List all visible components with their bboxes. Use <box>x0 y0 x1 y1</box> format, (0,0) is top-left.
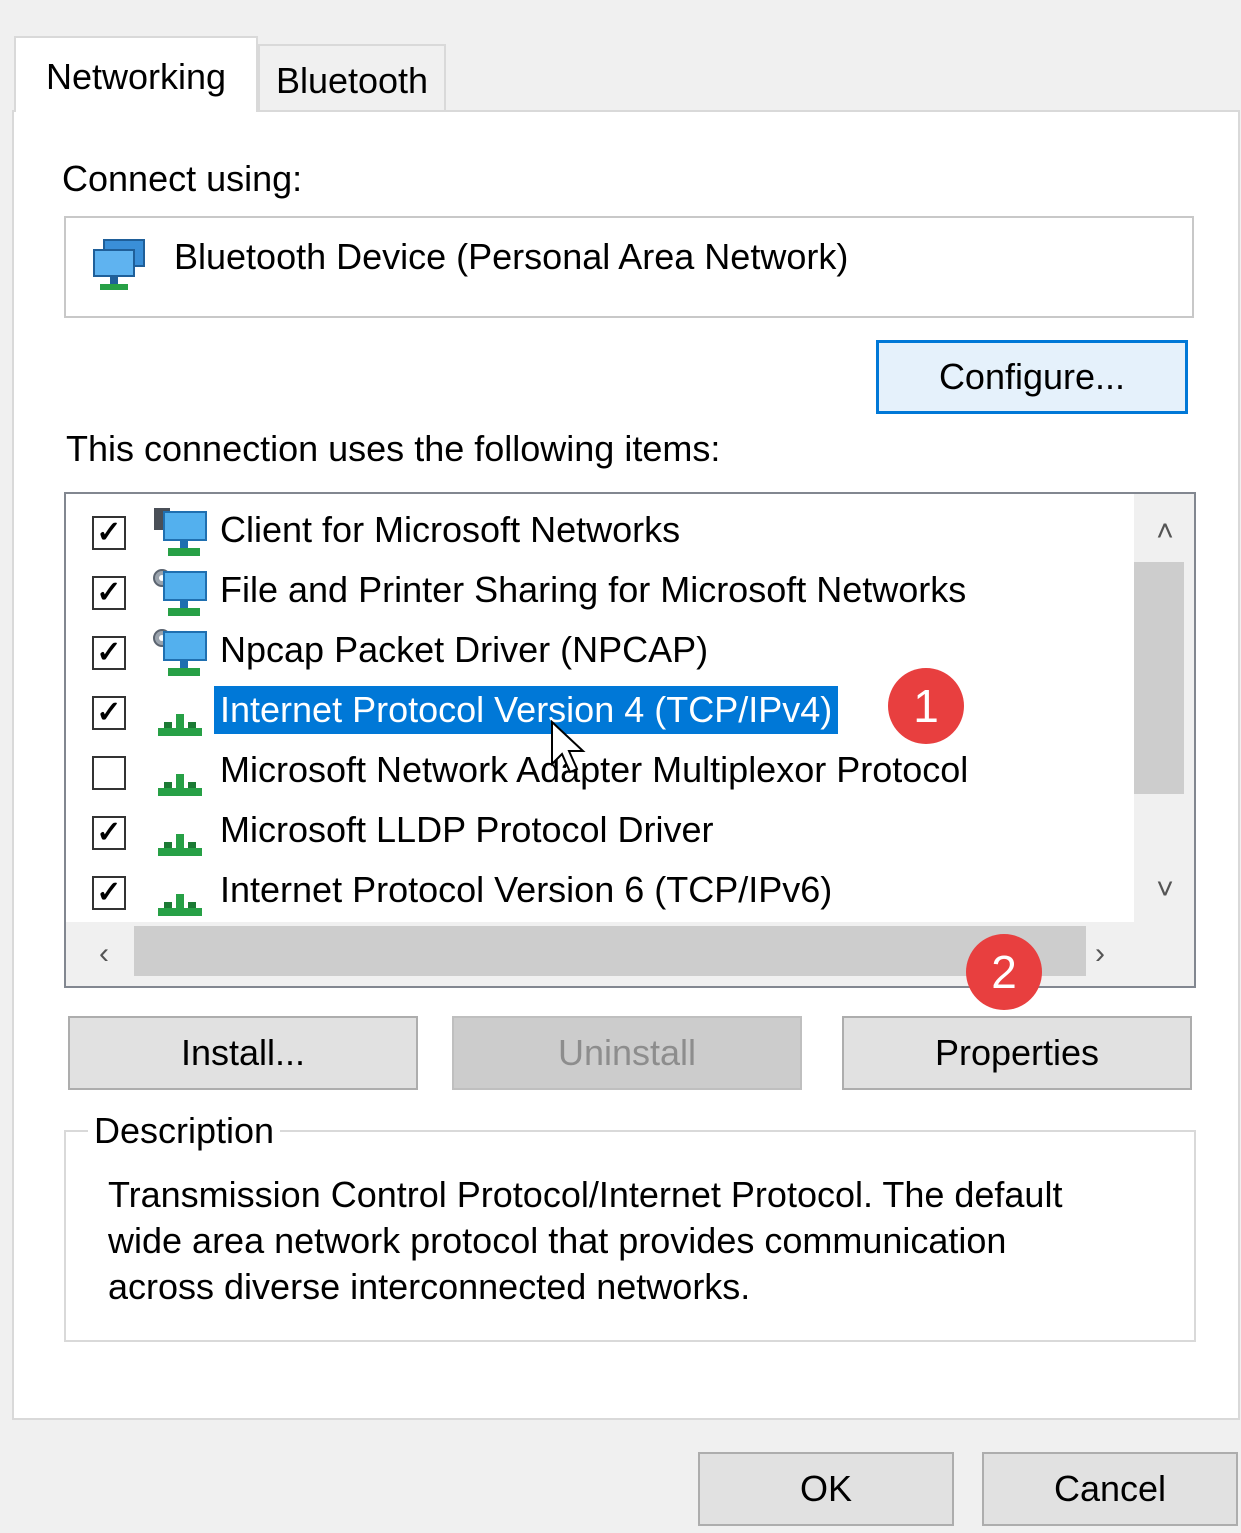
install-button[interactable]: Install... <box>68 1016 418 1090</box>
list-item[interactable]: ✓ Npcap Packet Driver (NPCAP) <box>66 622 1146 682</box>
connect-using-label: Connect using: <box>62 158 303 199</box>
adapter-box: Bluetooth Device (Personal Area Network) <box>64 216 1194 318</box>
item-label: Client for Microsoft Networks <box>220 509 681 550</box>
scroll-right-icon[interactable]: › <box>1076 926 1124 982</box>
network-service-icon <box>150 626 210 680</box>
scroll-down-icon[interactable]: ˅ <box>1134 862 1194 918</box>
network-client-icon <box>150 506 210 560</box>
network-protocol-icon <box>150 686 210 740</box>
scroll-left-icon[interactable]: ‹ <box>80 926 128 982</box>
network-adapter-icon <box>93 239 145 290</box>
network-protocol-icon <box>150 866 210 920</box>
description-title: Description <box>88 1110 281 1152</box>
items-label: This connection uses the following items… <box>66 428 721 469</box>
tab-bluetooth[interactable]: Bluetooth <box>258 44 446 112</box>
configure-button[interactable]: Configure... <box>876 340 1188 414</box>
tab-networking[interactable]: Networking <box>14 36 258 112</box>
list-item[interactable]: ✓ Client for Microsoft Networks <box>66 502 1146 562</box>
configure-button-label: Configure... <box>938 356 1126 397</box>
properties-button[interactable]: Properties <box>842 1016 1192 1090</box>
item-checkbox[interactable]: ✓ <box>92 516 126 550</box>
ok-button[interactable]: OK <box>698 1452 954 1526</box>
ok-button-label: OK <box>799 1468 852 1509</box>
item-label: Npcap Packet Driver (NPCAP) <box>220 629 709 670</box>
annotation-badge-1: 1 <box>888 668 964 744</box>
cancel-button[interactable]: Cancel <box>982 1452 1238 1526</box>
install-button-label: Install... <box>180 1032 306 1073</box>
network-protocol-icon <box>150 806 210 860</box>
tab-bluetooth-label: Bluetooth <box>275 60 429 101</box>
description-text: Transmission Control Protocol/Internet P… <box>108 1172 1178 1310</box>
item-checkbox[interactable]: ✓ <box>92 576 126 610</box>
list-item[interactable]: ✓ Internet Protocol Version 6 (TCP/IPv6) <box>66 862 1146 922</box>
item-checkbox[interactable]: ✓ <box>92 876 126 910</box>
mouse-cursor-icon <box>551 720 586 774</box>
description-line: Transmission Control Protocol/Internet P… <box>108 1174 1063 1215</box>
horizontal-scroll-thumb[interactable] <box>134 926 1086 976</box>
cancel-button-label: Cancel <box>1053 1468 1167 1509</box>
item-checkbox[interactable]: ✓ <box>92 696 126 730</box>
list-item[interactable]: Microsoft Network Adapter Multiplexor Pr… <box>66 742 1146 802</box>
annotation-badge-2: 2 <box>966 934 1042 1010</box>
adapter-name: Bluetooth Device (Personal Area Network) <box>174 236 849 277</box>
properties-button-label: Properties <box>934 1032 1100 1073</box>
list-item[interactable]: ✓ Internet Protocol Version 4 (TCP/IPv4) <box>66 682 1146 742</box>
network-service-icon <box>150 566 210 620</box>
item-checkbox[interactable]: ✓ <box>92 636 126 670</box>
tab-networking-label: Networking <box>45 56 227 97</box>
scroll-up-icon[interactable]: ˄ <box>1134 504 1194 560</box>
item-label: Internet Protocol Version 4 (TCP/IPv4) <box>214 686 839 734</box>
list-item[interactable]: ✓ Microsoft LLDP Protocol Driver <box>66 802 1146 862</box>
item-checkbox[interactable]: ✓ <box>92 816 126 850</box>
description-line: across diverse interconnected networks. <box>108 1266 751 1307</box>
list-item[interactable]: ✓ File and Printer Sharing for Microsoft … <box>66 562 1146 622</box>
item-label: File and Printer Sharing for Microsoft N… <box>220 569 967 610</box>
items-listbox[interactable]: ✓ Client for Microsoft Networks ✓ File and … <box>64 492 1196 988</box>
item-checkbox[interactable] <box>92 756 126 790</box>
item-label: Microsoft Network Adapter Multiplexor Pr… <box>220 749 969 790</box>
uninstall-button-label: Uninstall <box>557 1032 697 1073</box>
network-protocol-icon <box>150 746 210 800</box>
item-label: Microsoft LLDP Protocol Driver <box>220 809 714 850</box>
uninstall-button[interactable]: Uninstall <box>452 1016 802 1090</box>
description-line: wide area network protocol that provides… <box>108 1220 1007 1261</box>
vertical-scrollbar[interactable]: ˄ ˅ <box>1134 494 1194 922</box>
vertical-scroll-thumb[interactable] <box>1134 562 1184 794</box>
item-label: Internet Protocol Version 6 (TCP/IPv6) <box>220 869 833 910</box>
